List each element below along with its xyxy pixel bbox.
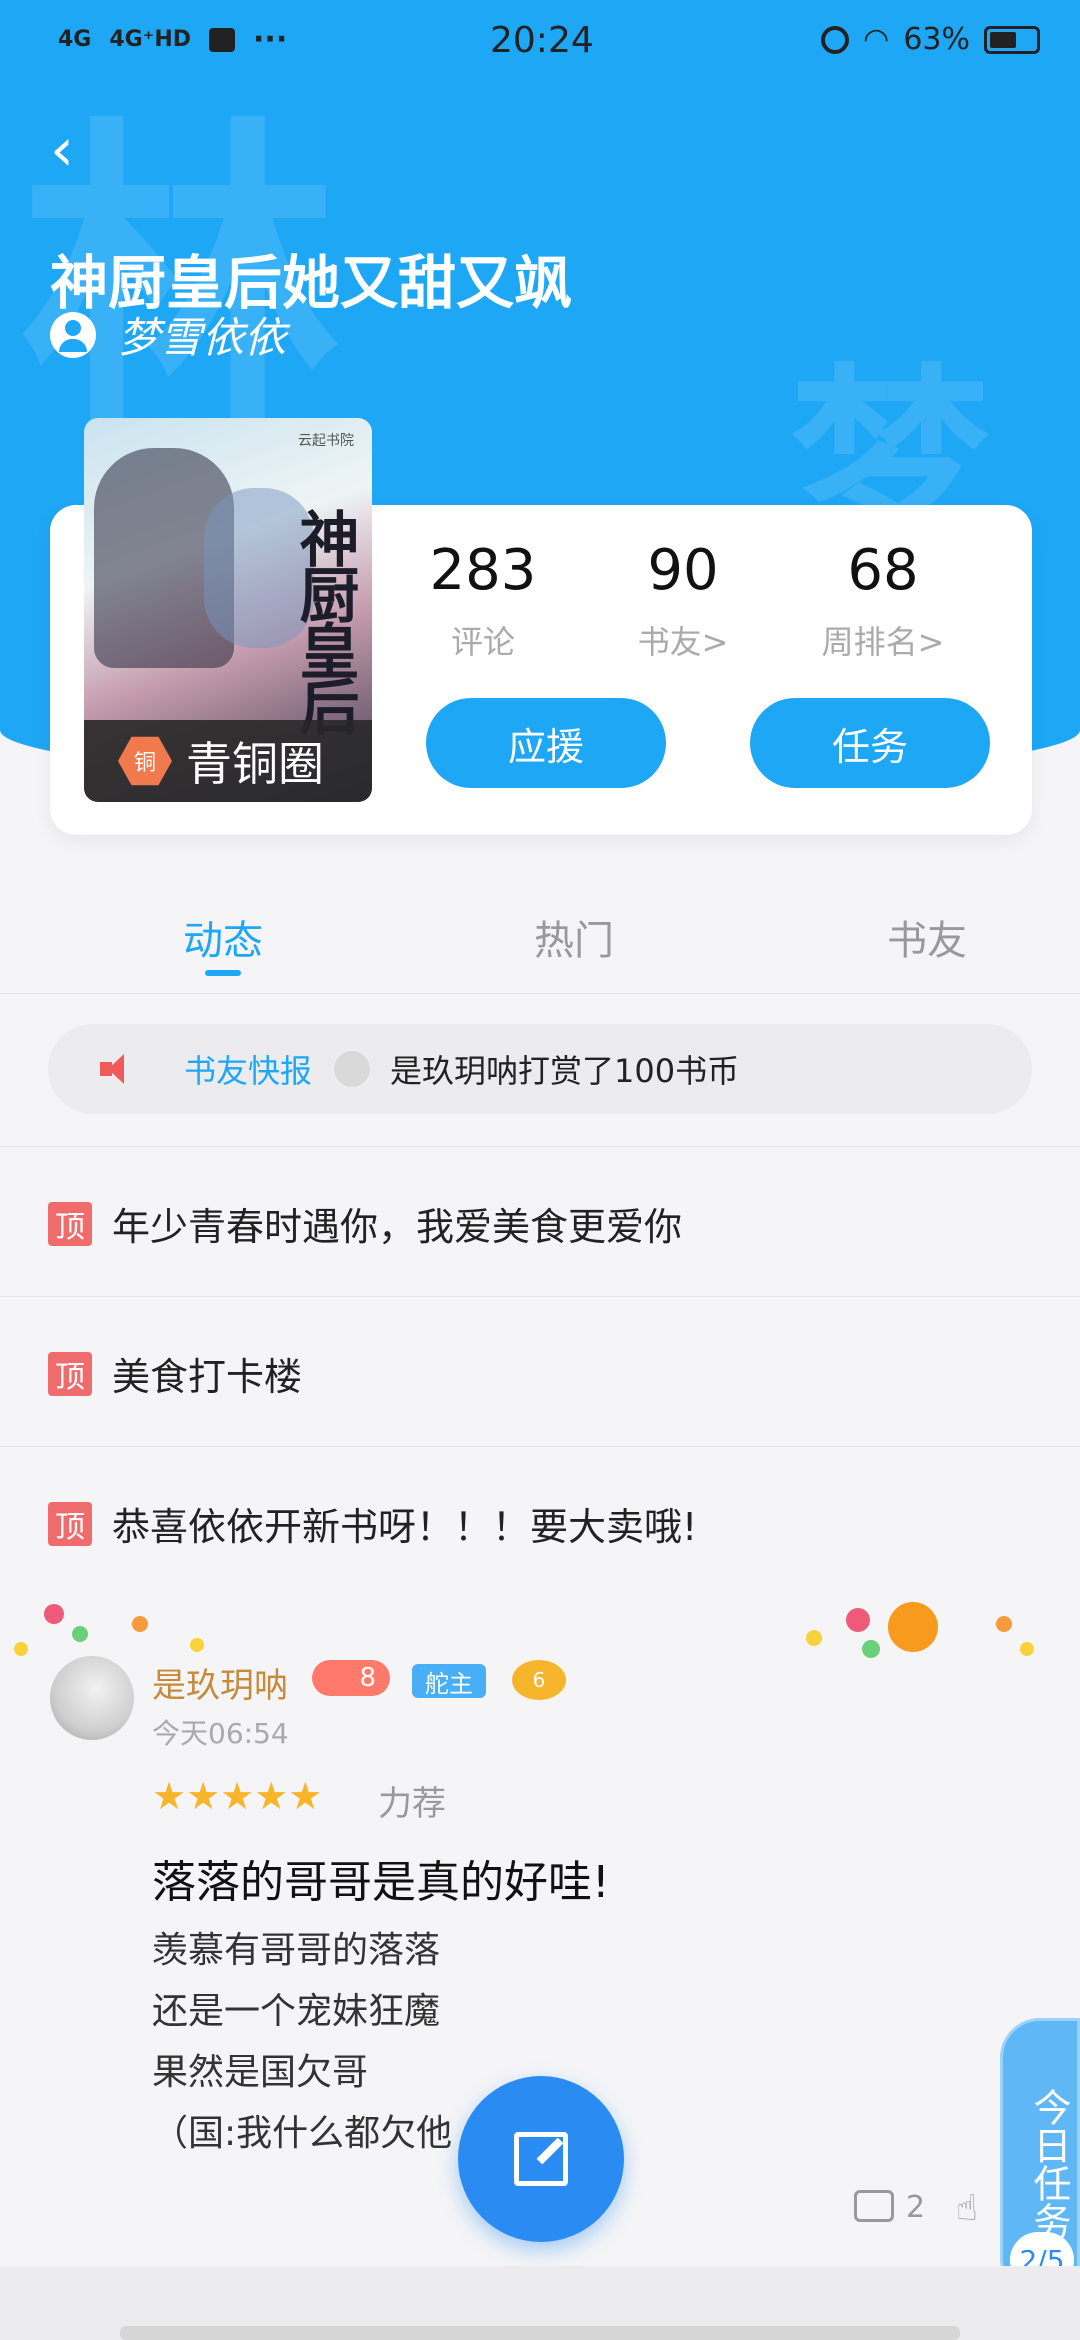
status-bar: 4G 4G⁺HD ··· 20:24 ◠ 63% <box>0 0 1080 86</box>
pinned-post[interactable]: 顶 美食打卡楼 <box>48 1346 302 1401</box>
pinned-title: 年少青春时遇你，我爱美食更爱你 <box>112 1205 683 1249</box>
circle-label: 青铜圈 <box>186 737 324 791</box>
next-post-preview-bar <box>120 2326 960 2340</box>
stat-label: 周排名> <box>821 623 945 661</box>
stat-label: 评论 <box>450 623 515 661</box>
author-name: 梦雪依依 <box>118 313 287 362</box>
post-username[interactable]: 是玖玥呐 <box>152 1658 288 1707</box>
divider <box>0 1146 1080 1147</box>
orange-decoration-icon <box>888 1602 938 1652</box>
post-body: 羡慕有哥哥的落落 还是一个宠妹狂魔 果然是国欠哥 （国:我什么都欠他 <box>152 1920 452 2164</box>
post-line: 羡慕有哥哥的落落 <box>152 1930 441 1971</box>
confetti-decoration <box>132 1616 148 1632</box>
comment-icon[interactable] <box>854 2190 894 2222</box>
confetti-decoration <box>14 1642 28 1656</box>
ticker-label: 书友快报 <box>184 1052 313 1090</box>
role-badge: 舵主 <box>412 1664 486 1698</box>
pinned-tag: 顶 <box>48 1201 92 1246</box>
stat-value: 283 <box>429 538 537 603</box>
confetti-decoration <box>806 1630 822 1646</box>
bronze-medal-icon: 铜 <box>118 736 172 786</box>
pinned-post[interactable]: 顶 恭喜依依开新书呀！！！要大卖哦! <box>48 1496 697 1551</box>
thumbs-up-icon[interactable]: ☝ <box>956 2188 978 2229</box>
back-icon[interactable]: ‹ <box>50 120 86 180</box>
speaker-icon <box>100 1054 134 1084</box>
status-right: ◠ 63% <box>821 22 1040 57</box>
confetti-decoration <box>72 1626 88 1642</box>
app-notification-icon <box>209 27 236 52</box>
confetti-decoration <box>44 1604 64 1624</box>
ticker-text: 是玖玥呐打赏了100书币 <box>390 1052 740 1090</box>
rating-label: 力荐 <box>378 1784 446 1824</box>
cover-publisher: 云起书院 <box>298 433 354 449</box>
wifi-icon: ◠ <box>863 22 890 57</box>
level-badge: 8 <box>312 1660 390 1696</box>
medal-badge: 6 <box>512 1660 566 1700</box>
news-ticker[interactable]: 书友快报 是玖玥呐打赏了100书币 <box>48 1024 1032 1114</box>
pinned-tag: 顶 <box>48 1501 92 1546</box>
more-icon: ··· <box>253 22 288 57</box>
stat-comments[interactable]: 283 评论 <box>383 538 583 663</box>
clock: 20:24 <box>490 20 594 61</box>
divider <box>0 1296 1080 1297</box>
divider <box>0 1446 1080 1447</box>
post-title: 落落的哥哥是真的好哇! <box>152 1857 610 1908</box>
confetti-decoration <box>862 1640 880 1658</box>
avatar[interactable] <box>50 1656 134 1740</box>
cover-title: 神厨皇后 <box>289 508 359 732</box>
user-icon <box>50 311 96 358</box>
comment-count: 2 <box>906 2190 926 2225</box>
stat-fans[interactable]: 90 书友> <box>583 538 783 663</box>
pinned-tag: 顶 <box>48 1351 92 1396</box>
post-line: 还是一个宠妹狂魔 <box>152 1991 441 2032</box>
status-left: 4G 4G⁺HD ··· <box>58 22 287 57</box>
support-button[interactable]: 应援 <box>426 698 666 788</box>
post-time: 今天06:54 <box>152 1717 289 1750</box>
stat-weekly-rank[interactable]: 68 周排名> <box>783 538 983 663</box>
signal-icon: 4G⁺HD <box>109 27 192 52</box>
task-button[interactable]: 任务 <box>750 698 990 788</box>
tab-bar: 动态 热门 书友 <box>0 880 1080 994</box>
pinned-post[interactable]: 顶 年少青春时遇你，我爱美食更爱你 <box>48 1196 682 1251</box>
tab-activity[interactable]: 动态 <box>183 908 263 966</box>
edit-icon <box>514 2132 568 2186</box>
pinned-title: 恭喜依依开新书呀！！！要大卖哦! <box>112 1505 698 1549</box>
circle-badge[interactable]: 铜 青铜圈 <box>84 720 372 802</box>
tab-indicator <box>205 970 241 976</box>
stat-value: 90 <box>647 538 719 603</box>
stat-value: 68 <box>847 538 919 603</box>
author-row[interactable]: 梦雪依依 <box>50 304 286 365</box>
confetti-decoration <box>1020 1642 1034 1656</box>
pinned-title: 美食打卡楼 <box>112 1355 303 1399</box>
star-rating: ★★★★★ <box>152 1774 323 1818</box>
avatar <box>332 1049 373 1089</box>
confetti-decoration <box>190 1638 204 1652</box>
battery-icon <box>984 25 1040 54</box>
post-line: 果然是国欠哥 <box>152 2052 369 2093</box>
tab-fans[interactable]: 书友 <box>887 908 967 966</box>
signal-icon: 4G <box>58 27 92 52</box>
battery-percent: 63% <box>903 22 970 57</box>
compose-button[interactable] <box>458 2076 624 2242</box>
alarm-icon <box>821 25 850 54</box>
post-line: （国:我什么都欠他 <box>152 2113 453 2154</box>
confetti-decoration <box>996 1616 1012 1632</box>
tab-hot[interactable]: 热门 <box>534 908 614 966</box>
confetti-decoration <box>846 1608 870 1632</box>
stat-label: 书友> <box>637 623 729 661</box>
